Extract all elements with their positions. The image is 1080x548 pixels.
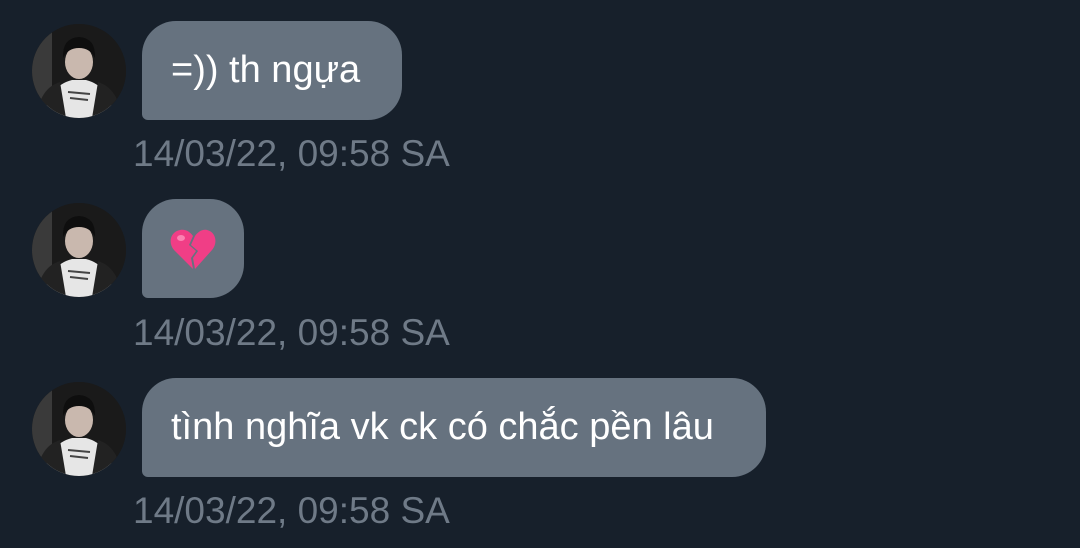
message-timestamp: 14/03/22, 09:58 SA bbox=[133, 133, 450, 174]
avatar[interactable] bbox=[32, 24, 126, 118]
message-bubble[interactable]: =)) th ngựa bbox=[142, 21, 402, 120]
message-timestamp: 14/03/22, 09:58 SA bbox=[133, 312, 450, 353]
broken-heart-icon bbox=[170, 229, 216, 269]
message-bubble[interactable]: tình nghĩa vk ck có chắc pền lâu bbox=[142, 378, 766, 477]
message-bubble[interactable] bbox=[142, 199, 244, 298]
message-text: tình nghĩa vk ck có chắc pền lâu bbox=[171, 406, 714, 448]
message-text: =)) th ngựa bbox=[171, 49, 361, 91]
avatar[interactable] bbox=[32, 382, 126, 476]
message-timestamp: 14/03/22, 09:58 SA bbox=[133, 490, 450, 531]
avatar[interactable] bbox=[32, 203, 126, 297]
